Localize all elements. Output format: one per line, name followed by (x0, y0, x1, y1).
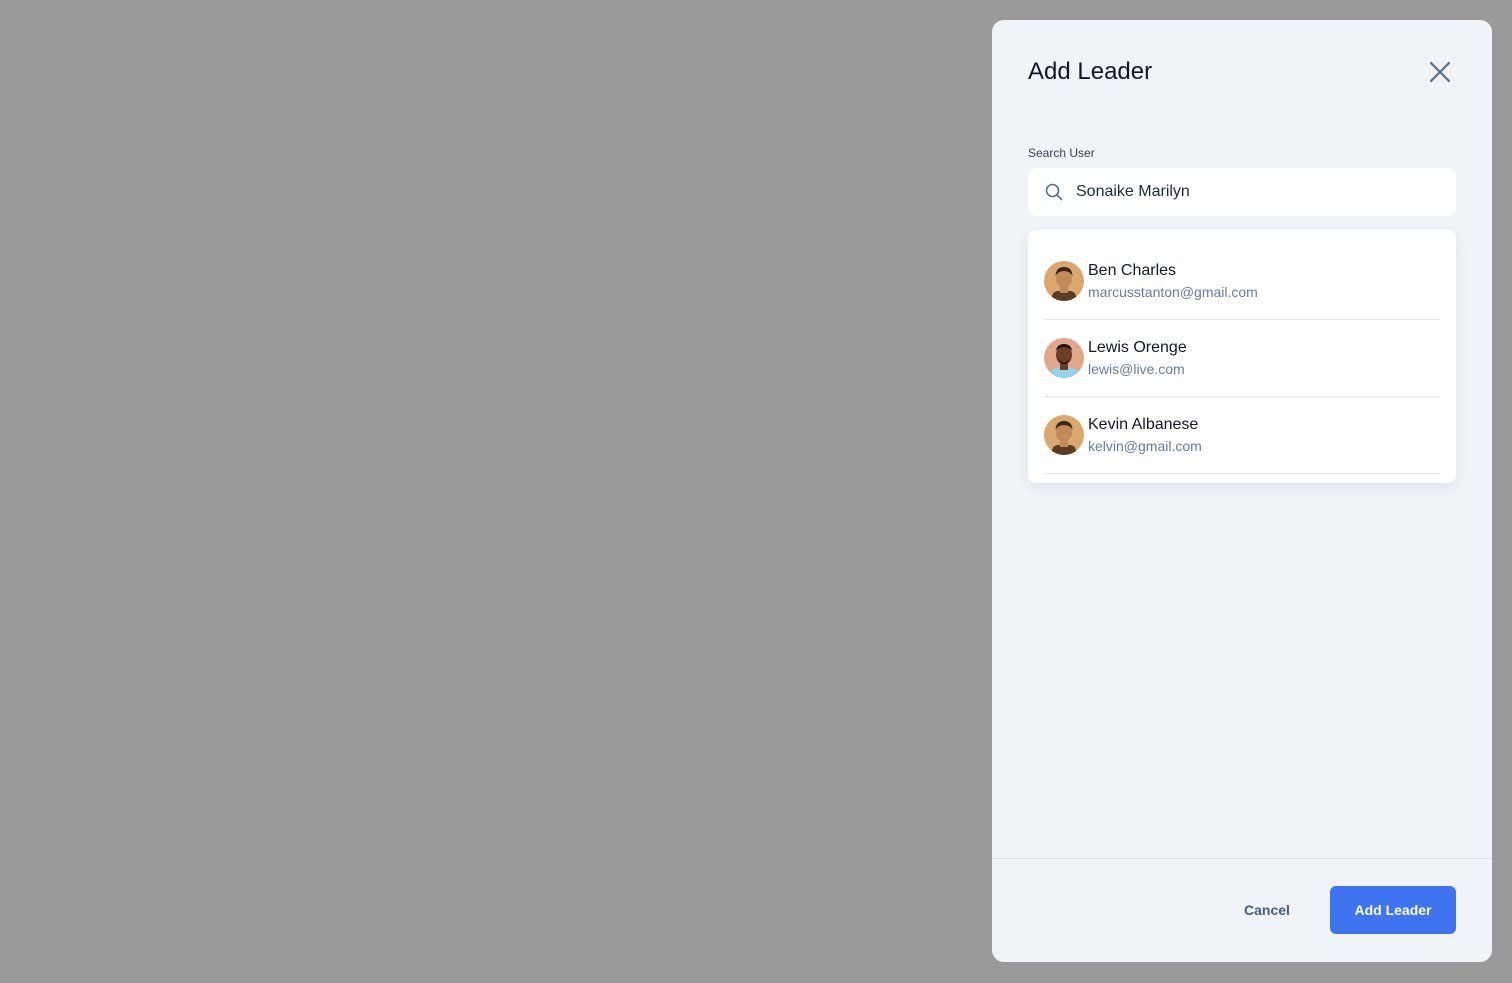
search-results-list: Ben Charles marcusstanton@gmail.com Lewi… (1028, 230, 1456, 483)
close-icon (1429, 61, 1451, 83)
user-name: Kevin Albanese (1088, 415, 1199, 433)
result-item[interactable]: Lewis Orenge lewis@live.com (1044, 320, 1440, 397)
footer-divider (992, 858, 1492, 859)
result-item[interactable]: Kevin Albanese kelvin@gmail.com (1044, 397, 1440, 474)
avatar (1044, 337, 1084, 378)
user-email: kelvin@gmail.com (1088, 437, 1202, 454)
avatar (1044, 260, 1084, 301)
add-leader-button[interactable]: Add Leader (1330, 886, 1456, 934)
cancel-button[interactable]: Cancel (1228, 886, 1306, 934)
search-input[interactable] (1076, 183, 1436, 201)
user-email: lewis@live.com (1088, 360, 1185, 377)
user-name: Ben Charles (1088, 261, 1177, 279)
search-box[interactable] (1028, 168, 1456, 216)
avatar (1044, 414, 1084, 455)
search-user-label: Search User (1028, 146, 1095, 160)
result-item[interactable]: Ben Charles marcusstanton@gmail.com (1044, 243, 1440, 320)
search-icon (1044, 182, 1064, 202)
close-button[interactable] (1424, 56, 1456, 88)
user-name: Lewis Orenge (1088, 338, 1187, 356)
add-leader-panel: Add Leader Search User Sonaike Marilyn B… (992, 20, 1492, 962)
panel-title: Add Leader (1028, 58, 1153, 85)
user-email: marcusstanton@gmail.com (1088, 283, 1258, 300)
